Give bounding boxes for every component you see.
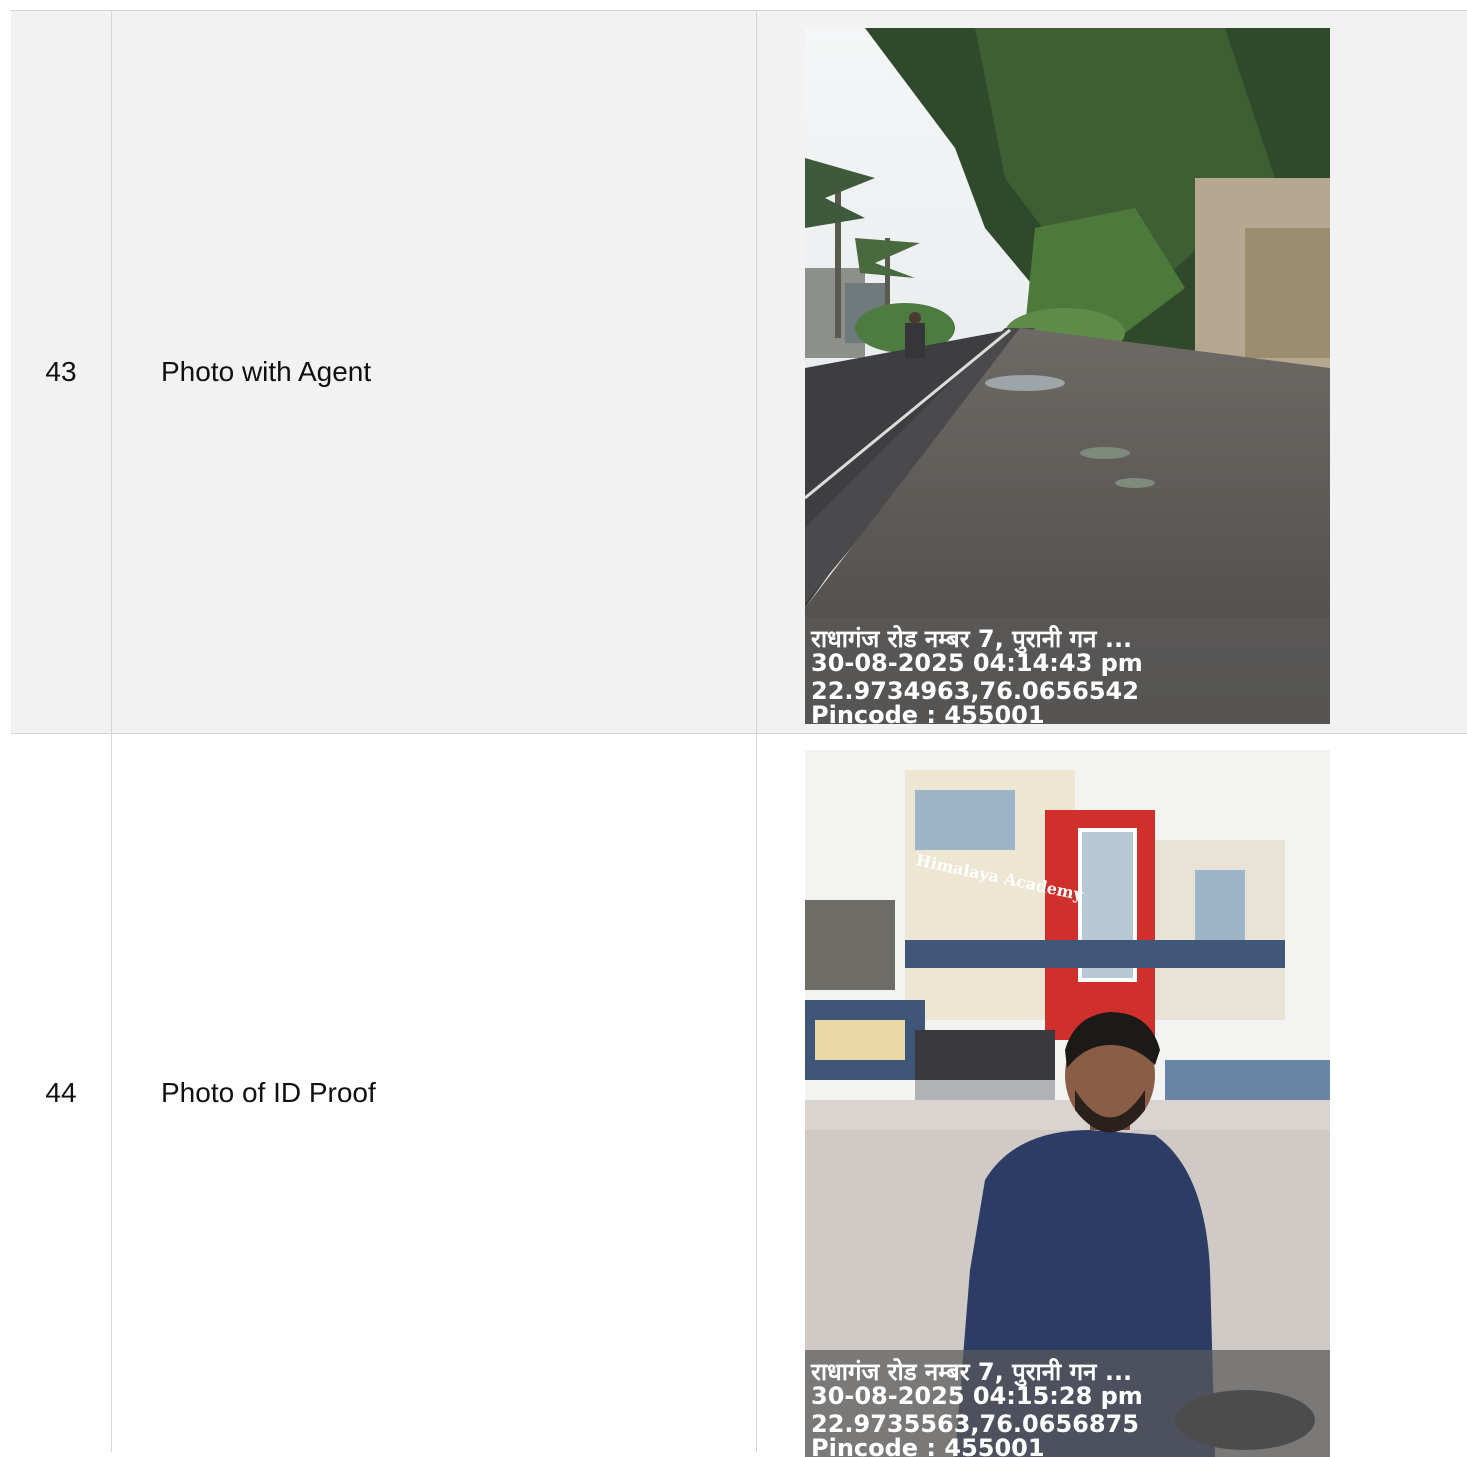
table-row: 44 Photo of ID Proof Himalaya Academy रा…: [11, 734, 1467, 1457]
person-photo: Himalaya Academy राधागंज रोड नम्बर 7, पु…: [805, 750, 1330, 1457]
photo-cell: Himalaya Academy राधागंज रोड नम्बर 7, पु…: [758, 734, 1467, 1457]
photo-geo-stamp: राधागंज रोड नम्बर 7, पुरानी गन ... 30-08…: [805, 617, 1330, 724]
document-table: 43 Photo with Agent राधागंज रोड नम्बर 7,…: [10, 10, 1467, 1457]
stamp-coordinates: 22.9734963,76.0656542: [811, 677, 1139, 705]
photo-geo-stamp: राधागंज रोड नम्बर 7, पुरानी गन ... 30-08…: [805, 1350, 1330, 1457]
stamp-address: राधागंज रोड नम्बर 7, पुरानी गन ...: [811, 1358, 1133, 1386]
row-number: 44: [11, 734, 112, 1452]
street-photo: राधागंज रोड नम्बर 7, पुरानी गन ... 30-08…: [805, 28, 1330, 724]
stamp-coordinates: 22.9735563,76.0656875: [811, 1410, 1139, 1438]
stamp-datetime: 30-08-2025 04:14:43 pm: [811, 649, 1143, 677]
row-label: Photo with Agent: [113, 11, 757, 733]
table-row: 43 Photo with Agent राधागंज रोड नम्बर 7,…: [11, 11, 1467, 734]
stamp-pincode: Pincode : 455001: [811, 701, 1045, 724]
stamp-datetime: 30-08-2025 04:15:28 pm: [811, 1382, 1143, 1410]
stamp-address: राधागंज रोड नम्बर 7, पुरानी गन ...: [811, 625, 1133, 653]
photo-cell: राधागंज रोड नम्बर 7, पुरानी गन ... 30-08…: [758, 11, 1467, 733]
row-label: Photo of ID Proof: [113, 734, 757, 1452]
stamp-pincode: Pincode : 455001: [811, 1434, 1045, 1457]
row-number: 43: [11, 11, 112, 733]
